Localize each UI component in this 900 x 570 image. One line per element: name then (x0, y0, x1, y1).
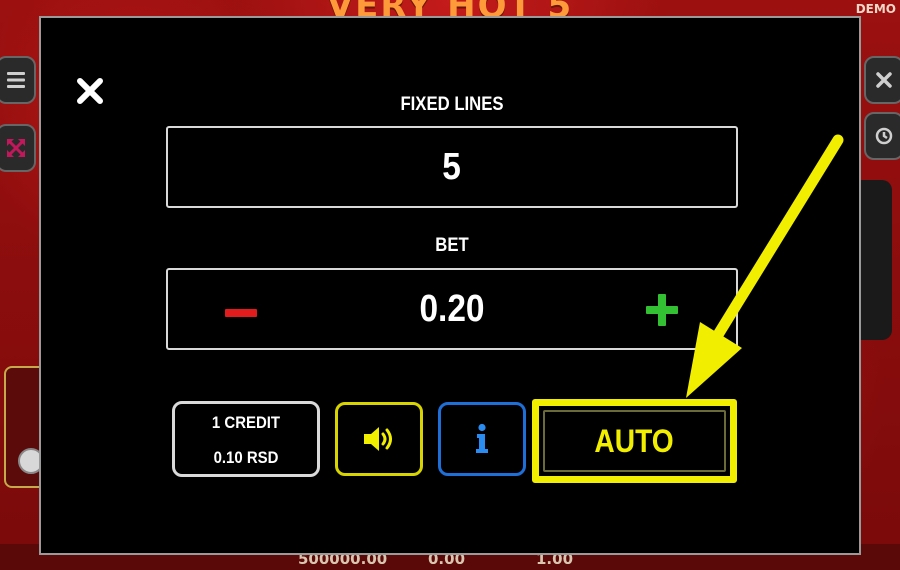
minus-icon (225, 309, 257, 317)
close-modal-button[interactable] (75, 76, 105, 106)
plus-icon (646, 294, 678, 326)
speaker-icon (364, 427, 392, 451)
hamburger-icon (7, 72, 25, 88)
credit-count: 1 CREDIT (211, 413, 281, 432)
demo-label: DEMO (855, 2, 896, 16)
settings-modal: FIXED LINES 5 BET 0.20 1 CREDIT 0.10 RSD (39, 16, 861, 555)
credit-info: 1 CREDIT 0.10 RSD (172, 401, 320, 477)
lines-value: 5 (442, 145, 462, 188)
bet-selector: 0.20 (166, 268, 738, 350)
decrease-bet-button[interactable] (224, 304, 258, 317)
menu-button[interactable] (0, 56, 36, 104)
fullscreen-button[interactable] (0, 124, 36, 172)
bet-label: BET (435, 235, 469, 256)
game-screen: VERY HOT 5 DEMO 500000.00 0.00 1.00 FIXE… (0, 0, 900, 570)
auto-play-button[interactable]: AUTO (532, 399, 737, 483)
sound-button[interactable] (335, 402, 423, 476)
increase-bet-button[interactable] (644, 292, 680, 328)
close-icon (77, 78, 103, 104)
fullscreen-icon (7, 139, 25, 157)
lines-label: FIXED LINES (400, 94, 504, 115)
history-button[interactable] (864, 112, 900, 160)
close-icon (876, 72, 892, 88)
lines-display: 5 (166, 126, 738, 208)
auto-label: AUTO (594, 422, 675, 459)
exit-game-button[interactable] (864, 56, 900, 104)
info-icon (476, 423, 488, 453)
credit-value: 0.10 RSD (213, 448, 279, 467)
info-button[interactable] (438, 402, 526, 476)
history-icon (875, 127, 893, 145)
bet-value: 0.20 (419, 287, 485, 330)
